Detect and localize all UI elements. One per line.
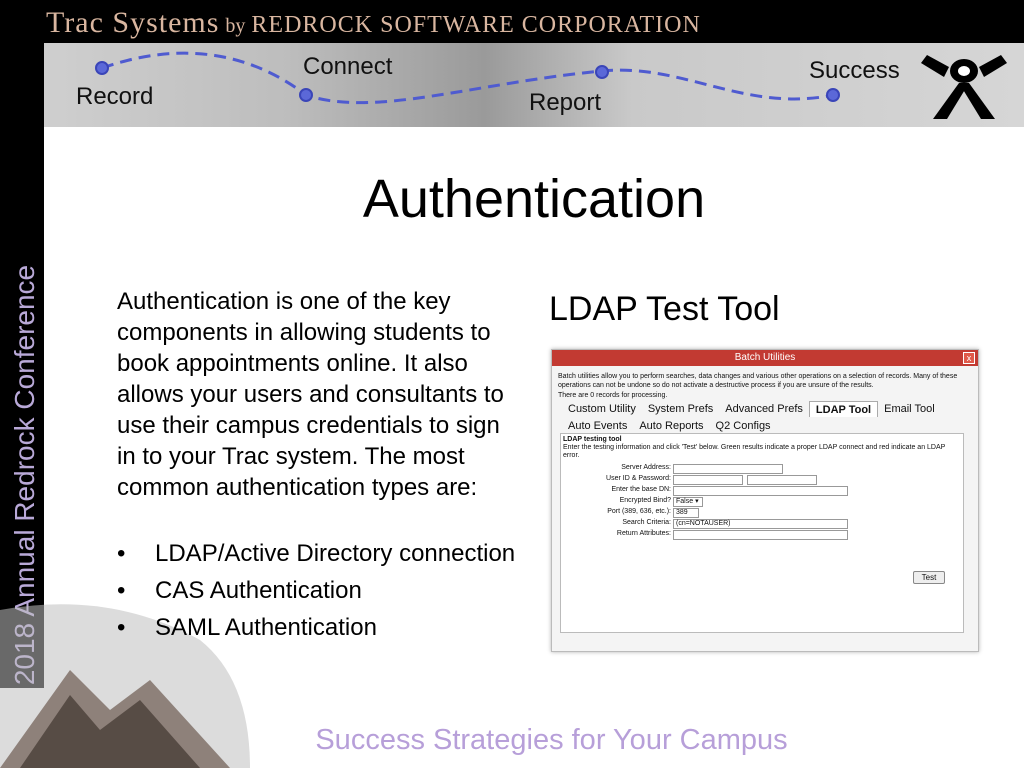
ldap-panel: LDAP testing tool Enter the testing info… (560, 433, 964, 633)
dialog-description: Batch utilities allow you to perform sea… (558, 373, 958, 389)
tab-system-prefs[interactable]: System Prefs (642, 401, 719, 417)
footer-tagline: Success Strategies for Your Campus (315, 724, 788, 756)
bullet-item: CAS Authentication (117, 575, 517, 606)
bullet-item: SAML Authentication (117, 612, 517, 643)
userid-label: User ID & Password: (606, 475, 671, 482)
route-banner: Record Connect Report Success (44, 43, 1024, 127)
tab-row-1: Custom Utility System Prefs Advanced Pre… (562, 401, 941, 417)
success-figure-icon (921, 55, 1007, 119)
slide-title: Authentication (362, 169, 706, 229)
slide: Trac Systems by REDROCK SOFTWARE CORPORATI… (0, 0, 1024, 768)
basedn-label: Enter the base DN: (611, 486, 671, 493)
ldap-subheading: LDAP Test Tool (549, 290, 780, 328)
batch-utilities-dialog: Batch Utilities x Batch utilities allow … (551, 349, 979, 652)
return-input[interactable] (673, 530, 848, 540)
encrypted-value: False (676, 498, 694, 505)
close-icon[interactable]: x (963, 352, 975, 364)
tab-advanced-prefs[interactable]: Advanced Prefs (719, 401, 809, 417)
chevron-down-icon: ▾ (695, 498, 699, 505)
brand-by: by (225, 15, 246, 37)
userid-input[interactable] (673, 475, 743, 485)
tab-ldap-tool[interactable]: LDAP Tool (808, 401, 879, 417)
tab-custom-utility[interactable]: Custom Utility (562, 401, 642, 417)
brand-logo-text: Trac Systems by REDROCK SOFTWARE CORPORATI… (46, 6, 701, 40)
record-count: There are 0 records for processing. (558, 392, 668, 399)
return-label: Return Attributes: (616, 530, 671, 537)
dialog-title: Batch Utilities (734, 352, 796, 363)
encrypted-select[interactable]: False ▾ (673, 497, 703, 507)
tab-row-2: Auto Events Auto Reports Q2 Configs (562, 418, 777, 434)
route-dot-connect (299, 88, 313, 102)
password-input[interactable] (747, 475, 817, 485)
banner-label-report: Report (529, 89, 602, 116)
brand-trac-systems: Trac Systems (46, 6, 220, 39)
route-dot-success (826, 88, 840, 102)
search-input[interactable]: (cn=NOTAUSER) (673, 519, 848, 529)
tab-q2-configs[interactable]: Q2 Configs (710, 418, 777, 434)
route-dot-record (95, 61, 109, 75)
encrypted-label: Encrypted Bind? (619, 497, 671, 504)
conference-sidebar: 2018 Annual Redrock Conference (0, 43, 44, 688)
return-row: Return Attributes: (561, 530, 961, 542)
panel-header: LDAP testing tool Enter the testing info… (563, 436, 953, 460)
body-paragraph: Authentication is one of the key compone… (117, 288, 504, 501)
bullet-list: LDAP/Active Directory connection CAS Aut… (117, 538, 517, 649)
server-input[interactable] (673, 464, 783, 474)
banner-label-success: Success (809, 57, 900, 84)
bullet-item: LDAP/Active Directory connection (117, 538, 517, 569)
top-bar: Trac Systems by REDROCK SOFTWARE CORPORATI… (0, 0, 1024, 43)
banner-label-connect: Connect (303, 53, 393, 80)
server-label: Server Address: (621, 464, 671, 471)
route-dot-report (595, 65, 609, 79)
tab-auto-reports[interactable]: Auto Reports (633, 418, 709, 434)
port-input[interactable]: 389 (673, 508, 699, 518)
search-label: Search Criteria: (622, 519, 671, 526)
brand-redrock: REDROCK SOFTWARE CORPORATION (251, 12, 701, 38)
port-label: Port (389, 636, etc.): (607, 508, 671, 515)
test-button[interactable]: Test (913, 571, 945, 584)
panel-description: Enter the testing information and click … (563, 444, 946, 459)
dialog-title-bar: Batch Utilities x (552, 350, 978, 366)
panel-title: LDAP testing tool (563, 436, 622, 443)
banner-label-record: Record (76, 83, 154, 110)
tab-auto-events[interactable]: Auto Events (562, 418, 633, 434)
tab-email-tool[interactable]: Email Tool (878, 401, 941, 417)
basedn-input[interactable] (673, 486, 848, 496)
